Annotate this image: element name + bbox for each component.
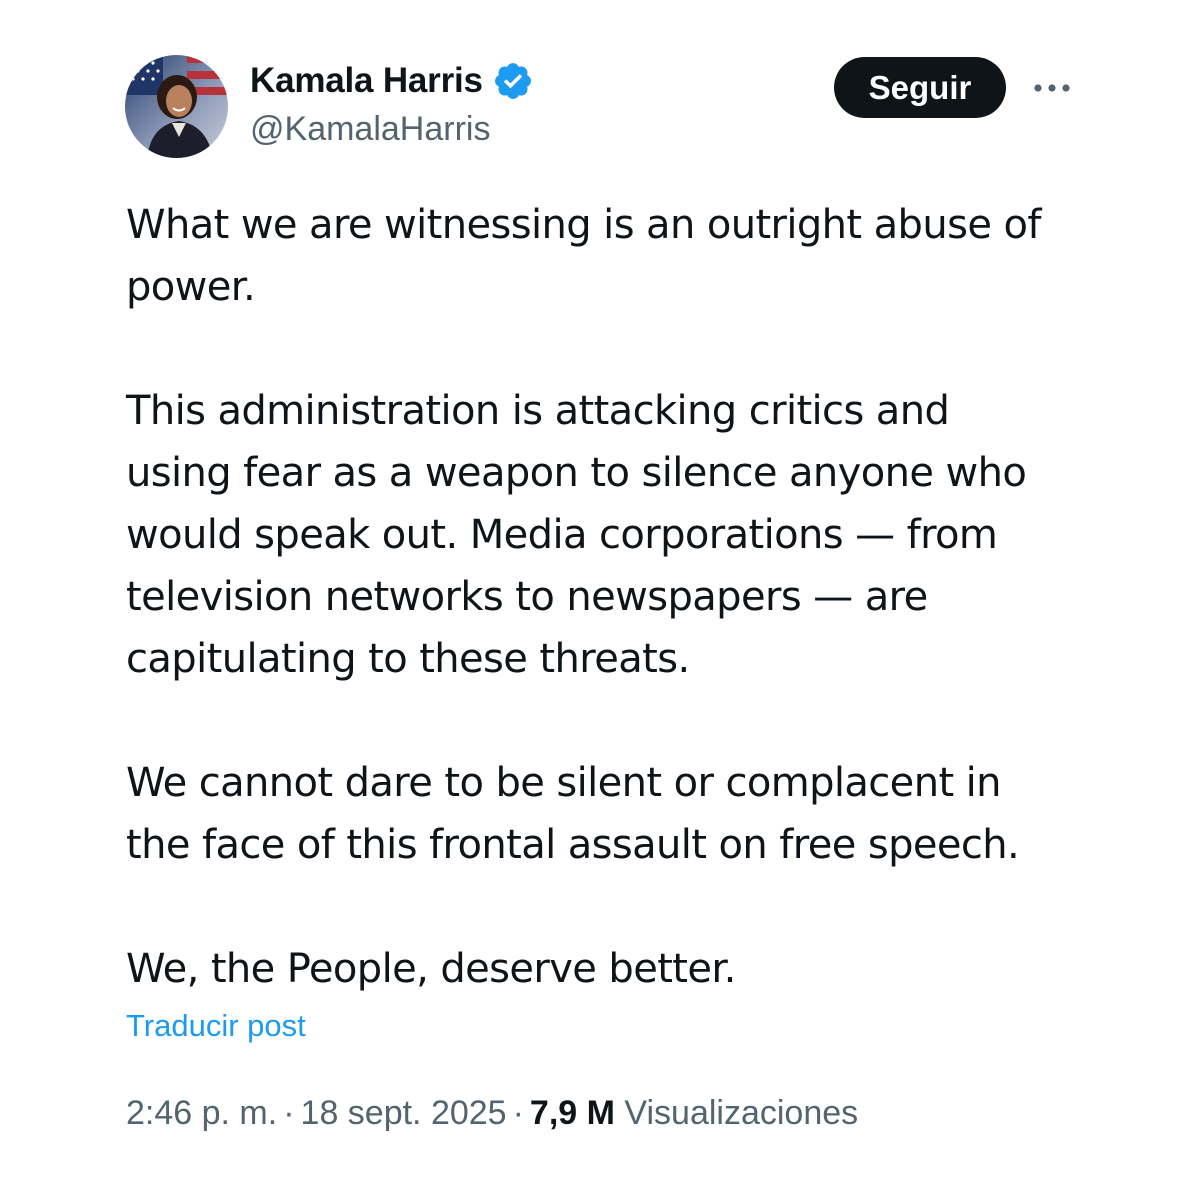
more-horizontal-icon bbox=[1034, 84, 1070, 92]
views-label: Visualizaciones bbox=[624, 1094, 859, 1132]
post-text: What we are witnessing is an outright ab… bbox=[126, 194, 1086, 1000]
author-name-row: Kamala Harris bbox=[250, 58, 534, 104]
post-date[interactable]: 18 sept. 2025 bbox=[301, 1094, 507, 1132]
meta-separator: · bbox=[512, 1094, 524, 1132]
follow-button[interactable]: Seguir bbox=[834, 57, 1006, 118]
translate-post-link[interactable]: Traducir post bbox=[126, 1008, 306, 1044]
post-metadata: 2:46 p. m. · 18 sept. 2025 · 7,9 M Visualiza… bbox=[126, 1094, 858, 1133]
views-count: 7,9 M bbox=[529, 1094, 615, 1132]
post-paragraph: We, the People, deserve better. bbox=[126, 946, 736, 992]
avatar-image bbox=[125, 55, 228, 158]
author-name[interactable]: Kamala Harris bbox=[250, 61, 483, 101]
more-options-button[interactable] bbox=[1028, 66, 1076, 110]
post-paragraph: What we are witnessing is an outright ab… bbox=[126, 202, 1041, 310]
post-paragraph: This administration is attacking critics… bbox=[126, 388, 1027, 682]
verified-badge-icon[interactable] bbox=[492, 60, 534, 102]
post-time[interactable]: 2:46 p. m. bbox=[126, 1094, 277, 1132]
author-handle[interactable]: @KamalaHarris bbox=[250, 110, 490, 149]
post-card: Kamala Harris @KamalaHarris Seguir What … bbox=[0, 0, 1200, 1200]
meta-separator: · bbox=[283, 1094, 295, 1132]
avatar[interactable] bbox=[125, 55, 228, 158]
post-paragraph: We cannot dare to be silent or complacen… bbox=[126, 760, 1020, 868]
